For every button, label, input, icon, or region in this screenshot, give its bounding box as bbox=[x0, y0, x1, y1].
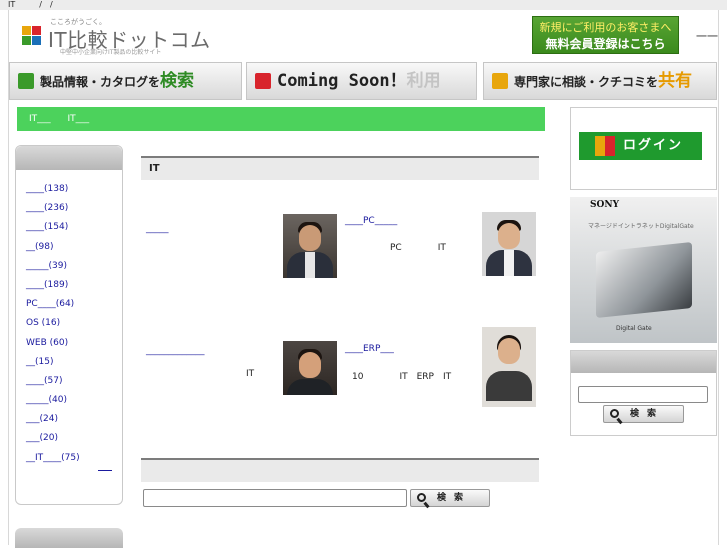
category-sidebar: ____(138) ____(236) ____(154) __(98) ___… bbox=[15, 145, 123, 505]
sidebar-item[interactable]: __IT____(75) bbox=[26, 453, 80, 463]
sidebar-item[interactable]: _____(39) bbox=[26, 261, 67, 271]
login-box: ログイン bbox=[570, 107, 717, 190]
nav-btn2-grey: 利用 bbox=[406, 71, 441, 91]
sidebar-item[interactable]: WEB (60) bbox=[26, 338, 68, 348]
top-bar-text: IT / / bbox=[8, 0, 53, 9]
search-input[interactable] bbox=[143, 489, 407, 507]
nav-btn1-highlight: 検索 bbox=[160, 71, 195, 91]
entry2-link[interactable]: _____________ bbox=[146, 346, 205, 356]
entry1-desc: PC IT bbox=[390, 243, 446, 253]
magnifier-icon bbox=[610, 409, 619, 418]
top-bar: IT / / bbox=[0, 0, 727, 10]
puzzle-icon bbox=[595, 136, 615, 156]
breadcrumb-link-2[interactable]: IT___ bbox=[68, 114, 90, 124]
sidebar-item[interactable]: ___(20) bbox=[26, 433, 58, 443]
section-title: IT bbox=[141, 156, 539, 180]
magnifier-icon bbox=[417, 493, 426, 502]
entry1-link[interactable]: _____ bbox=[146, 224, 169, 234]
nav-btn1-text: 製品情報・カタログを bbox=[40, 75, 161, 89]
puzzle-icon bbox=[492, 73, 508, 89]
logo-subtitle: 中堅中小企業向けIT製品の比較サイト bbox=[60, 49, 162, 56]
entry2-title[interactable]: ____ERP___ bbox=[345, 344, 394, 354]
login-button[interactable]: ログイン bbox=[579, 132, 702, 160]
sidebar2-header bbox=[15, 528, 123, 548]
sidebar-item[interactable]: ____(189) bbox=[26, 280, 68, 290]
breadcrumb: IT___ IT___ bbox=[17, 107, 545, 131]
sidebar-item[interactable]: __(98) bbox=[26, 242, 53, 252]
sony-ad-banner[interactable]: SONY マネージドイントラネットDigitalGate Digital Gat… bbox=[570, 197, 717, 343]
right-search-header bbox=[571, 351, 716, 373]
register-line2: 無料会員登録はこちら bbox=[545, 37, 666, 51]
nav-btn2-text: Coming Soon！ bbox=[277, 71, 407, 91]
site-logo[interactable]: こころがうごく。 IT比較ドットコム 中堅中小企業向けIT製品の比較サイト bbox=[16, 18, 216, 56]
puzzle-logo-icon bbox=[22, 26, 42, 46]
entry1-photo[interactable] bbox=[283, 214, 337, 278]
sidebar-item[interactable]: ____(138) bbox=[26, 184, 68, 194]
right-search-box: 検索 bbox=[570, 350, 717, 436]
nav-btn3-highlight: 共有 bbox=[658, 71, 693, 91]
nav-search-catalog-button[interactable]: 製品情報・カタログを検索 bbox=[9, 62, 242, 100]
entry1-expert-photo[interactable] bbox=[482, 212, 536, 276]
sidebar-more-link[interactable] bbox=[98, 470, 112, 471]
login-label: ログイン bbox=[623, 138, 684, 153]
ad-brand: SONY bbox=[590, 200, 619, 210]
sidebar-item[interactable]: OS (16) bbox=[26, 318, 60, 328]
sidebar-item[interactable]: PC____(64) bbox=[26, 299, 74, 309]
section-title-2 bbox=[141, 458, 539, 482]
sidebar-item[interactable]: _____(40) bbox=[26, 395, 67, 405]
entry2-expert-photo[interactable] bbox=[482, 327, 536, 407]
right-search-button-label: 検索 bbox=[630, 409, 665, 419]
register-button[interactable]: 新規にご利用のお客さまへ 無料会員登録はこちら bbox=[532, 16, 679, 54]
right-search-input[interactable] bbox=[578, 386, 708, 403]
puzzle-icon bbox=[18, 73, 34, 89]
entry1-title[interactable]: ____PC_____ bbox=[345, 216, 397, 226]
right-search-button[interactable]: 検索 bbox=[603, 405, 684, 423]
nav-consult-share-button[interactable]: 専門家に相談・クチコミを共有 bbox=[483, 62, 717, 100]
category-label[interactable]: 一一 bbox=[696, 28, 718, 44]
entry2-photo[interactable] bbox=[283, 341, 337, 395]
sidebar-item[interactable]: ____(154) bbox=[26, 222, 68, 232]
sidebar-item[interactable]: ___(24) bbox=[26, 414, 58, 424]
search-button-label: 検索 bbox=[437, 493, 472, 503]
puzzle-icon bbox=[255, 73, 271, 89]
ad-footer: Digital Gate bbox=[616, 325, 652, 332]
breadcrumb-link-1[interactable]: IT___ bbox=[29, 114, 51, 124]
sidebar-item[interactable]: ____(57) bbox=[26, 376, 62, 386]
entry2-desc: 10 IT ERP IT bbox=[352, 372, 452, 382]
search-button[interactable]: 検索 bbox=[410, 489, 490, 507]
nav-btn3-text: 専門家に相談・クチコミを bbox=[514, 75, 659, 89]
register-line1: 新規にご利用のお客さまへ bbox=[539, 21, 672, 34]
sidebar-item[interactable]: ____(236) bbox=[26, 203, 68, 213]
sidebar-item[interactable]: __(15) bbox=[26, 357, 53, 367]
digitalgate-device-image bbox=[596, 241, 692, 319]
ad-subtitle: マネージドイントラネットDigitalGate bbox=[588, 223, 694, 230]
sidebar-header bbox=[16, 146, 122, 170]
entry2-text: IT bbox=[246, 369, 255, 379]
nav-coming-soon-button[interactable]: Coming Soon！利用 bbox=[246, 62, 477, 100]
